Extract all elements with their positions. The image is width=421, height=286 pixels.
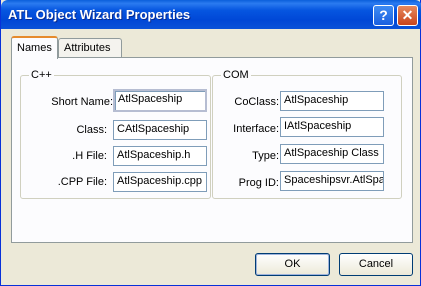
tab-names[interactable]: Names xyxy=(11,36,58,59)
tab-panel-names: C++ Short Name: AtlSpaceship Class: CAtl… xyxy=(11,57,413,243)
type-input[interactable]: AtlSpaceship Class xyxy=(280,144,384,164)
dialog-window: ATL Object Wizard Properties ? ✕ Attribu… xyxy=(0,0,421,286)
ok-button[interactable]: OK xyxy=(255,253,330,276)
help-icon[interactable]: ? xyxy=(373,5,394,26)
com-group-title: COM xyxy=(221,69,251,81)
short-name-input[interactable]: AtlSpaceship xyxy=(113,89,207,112)
com-group: COM CoClass: AtlSpaceship Interface: IAt… xyxy=(212,69,402,199)
coclass-input[interactable]: AtlSpaceship xyxy=(280,91,384,111)
prog-id-input[interactable]: Spaceshipsvr.AtlSpa xyxy=(280,171,384,191)
cancel-button[interactable]: Cancel xyxy=(339,253,413,276)
tab-attributes[interactable]: Attributes xyxy=(58,38,122,58)
interface-label: Interface: xyxy=(233,123,279,135)
cpp-group: C++ Short Name: AtlSpaceship Class: CAtl… xyxy=(20,69,211,199)
h-file-label: .H File: xyxy=(72,150,107,162)
cpp-file-label: .CPP File: xyxy=(57,176,107,188)
title-bar[interactable]: ATL Object Wizard Properties ? ✕ xyxy=(1,0,421,29)
window-title: ATL Object Wizard Properties xyxy=(8,7,191,22)
close-icon[interactable]: ✕ xyxy=(397,5,418,26)
cpp-file-input[interactable]: AtlSpaceship.cpp xyxy=(113,172,207,192)
interface-input[interactable]: IAtlSpaceship xyxy=(280,117,384,137)
h-file-input[interactable]: AtlSpaceship.h xyxy=(113,146,207,166)
class-label: Class: xyxy=(76,124,107,136)
short-name-label: Short Name: xyxy=(51,96,113,108)
cpp-group-title: C++ xyxy=(29,69,54,81)
prog-id-label: Prog ID: xyxy=(238,177,279,189)
class-input[interactable]: CAtlSpaceship xyxy=(113,120,207,140)
coclass-label: CoClass: xyxy=(234,96,279,108)
type-label: Type: xyxy=(252,150,279,162)
